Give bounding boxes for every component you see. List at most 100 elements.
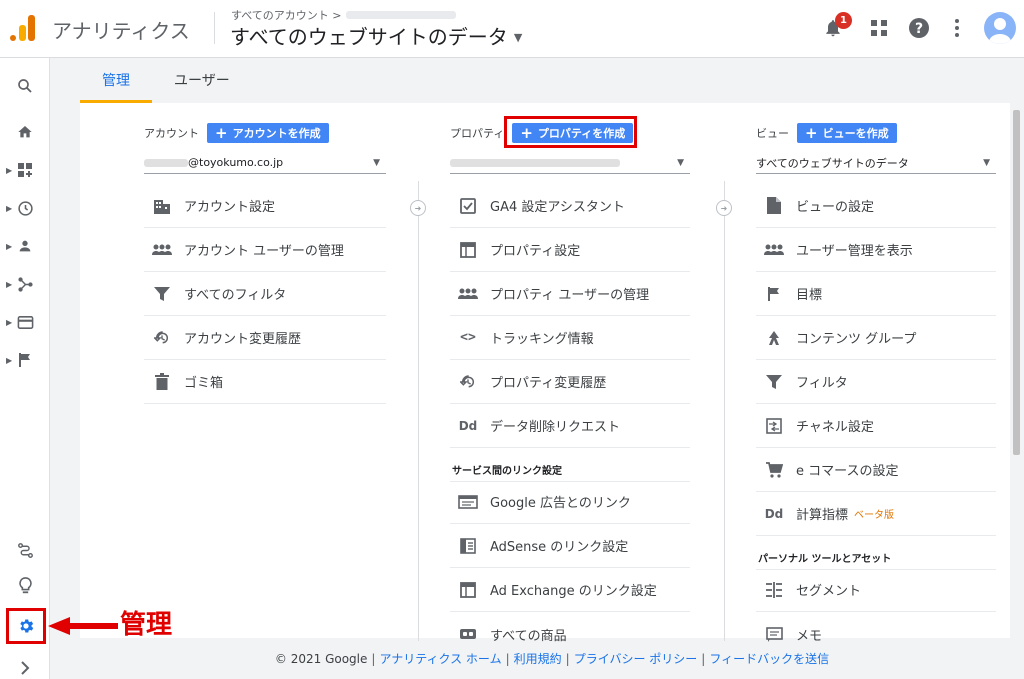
cart-icon — [764, 461, 784, 478]
menu-item-label: アカウント設定 — [184, 200, 276, 215]
conversions-nav[interactable]: ▶ — [0, 344, 50, 376]
account-column: アカウント + アカウントを作成 @toyokumo.co.jp ▼ アカウント… — [144, 103, 386, 638]
account-history-item[interactable]: アカウント変更履歴 — [144, 316, 386, 360]
footer-link-privacy[interactable]: プライバシー ポリシー — [574, 650, 698, 667]
behavior-nav[interactable]: ▶ — [0, 306, 50, 338]
tab-bar: 管理 ユーザー — [80, 58, 1024, 103]
help-icon[interactable]: ? — [906, 15, 932, 41]
home-icon[interactable] — [0, 116, 50, 148]
menu-item-label: フィルタ — [796, 376, 848, 391]
scrollbar-thumb[interactable] — [1013, 110, 1020, 455]
search-icon[interactable] — [0, 70, 50, 102]
menu-item-label: アカウント変更履歴 — [184, 332, 302, 347]
content-groups-item[interactable]: コンテンツ グループ — [756, 316, 996, 360]
audience-nav[interactable]: ▶ — [0, 230, 50, 262]
segments-item[interactable]: セグメント — [756, 568, 996, 612]
view-selector[interactable]: すべてのウェブサイトのデータ ▼ — [230, 21, 522, 50]
view-filters-item[interactable]: フィルタ — [756, 360, 996, 404]
create-view-button[interactable]: + ビューを作成 — [797, 123, 897, 143]
create-property-highlight — [504, 116, 637, 148]
data-deletion-item[interactable]: Dd データ削除リクエスト — [450, 404, 690, 448]
flag-icon — [19, 353, 30, 367]
trash-item[interactable]: ゴミ箱 — [144, 360, 386, 404]
account-selector[interactable]: @toyokumo.co.jp ▼ — [144, 152, 386, 174]
view-users-item[interactable]: ユーザー管理を表示 — [756, 228, 996, 272]
menu-item-label: 計算指標 — [796, 508, 849, 523]
expand-arrow-icon: ▶ — [6, 355, 13, 365]
menu-item-label: トラッキング情報 — [490, 332, 594, 347]
view-header: ビュー + ビューを作成 — [756, 123, 897, 143]
history-icon — [458, 374, 478, 390]
calculated-metrics-item[interactable]: Dd 計算指標 ベータ版 — [756, 492, 996, 536]
goals-item[interactable]: 目標 — [756, 272, 996, 316]
dashboard-icon — [18, 163, 32, 177]
person-icon — [19, 240, 31, 252]
google-ads-link-item[interactable]: Google 広告とのリンク — [450, 480, 690, 524]
tab-user[interactable]: ユーザー — [174, 70, 230, 90]
lightbulb-icon[interactable] — [0, 570, 50, 602]
property-settings-item[interactable]: プロパティ設定 — [450, 228, 690, 272]
footer-copyright: © 2021 Google — [274, 651, 368, 666]
app-title[interactable]: アナリティクス — [52, 15, 190, 44]
account-settings-item[interactable]: アカウント設定 — [144, 184, 386, 228]
view-label: ビュー — [756, 127, 789, 140]
adsense-link-item[interactable]: AdSense のリンク設定 — [450, 524, 690, 568]
menu-item-label: e コマースの設定 — [796, 464, 899, 479]
caret-down-icon: ▼ — [983, 157, 990, 168]
menu-item-label: GA4 設定アシスタント — [490, 200, 625, 215]
create-account-button[interactable]: + アカウントを作成 — [207, 123, 329, 143]
footer-separator: | — [701, 651, 706, 666]
expand-arrow-icon: ▶ — [6, 165, 13, 175]
apps-grid-icon[interactable] — [866, 15, 892, 41]
view-settings-item[interactable]: ビューの設定 — [756, 184, 996, 228]
view-selected: すべてのウェブサイトのデータ — [756, 156, 909, 170]
annotation-label: 管理 — [120, 610, 173, 640]
checkbox-icon — [458, 197, 478, 214]
ga4-setup-item[interactable]: GA4 設定アシスタント — [450, 184, 690, 228]
menu-item-label: セグメント — [796, 584, 862, 599]
analytics-logo-icon[interactable] — [10, 15, 36, 41]
gear-icon — [20, 619, 34, 633]
notification-badge: 1 — [835, 12, 852, 29]
property-selector[interactable]: ▼ — [450, 152, 690, 174]
customization-nav[interactable]: ▶ — [0, 154, 50, 186]
clock-icon — [17, 200, 33, 216]
top-header: アナリティクス すべてのアカウント > すべてのウェブサイトのデータ ▼ 1 ? — [0, 0, 1024, 58]
footer-link-analytics-home[interactable]: アナリティクス ホーム — [379, 650, 501, 667]
property-users-item[interactable]: プロパティ ユーザーの管理 — [450, 272, 690, 316]
footer: © 2021 Google | アナリティクス ホーム | 利用規約 | プライ… — [80, 638, 1024, 679]
account-users-item[interactable]: アカウント ユーザーの管理 — [144, 228, 386, 272]
footer-link-terms[interactable]: 利用規約 — [514, 650, 562, 667]
ecommerce-settings-item[interactable]: e コマースの設定 — [756, 448, 996, 492]
attribution-icon[interactable] — [0, 534, 50, 566]
acquisition-nav[interactable]: ▶ — [0, 268, 50, 300]
avatar[interactable] — [984, 12, 1016, 44]
tracking-info-item[interactable]: <> トラッキング情報 — [450, 316, 690, 360]
view-title: すべてのウェブサイトのデータ — [230, 25, 508, 49]
more-vert-icon[interactable] — [944, 15, 970, 41]
footer-link-feedback[interactable]: フィードバックを送信 — [709, 650, 829, 667]
ad-exchange-link-item[interactable]: Ad Exchange のリンク設定 — [450, 568, 690, 612]
realtime-nav[interactable]: ▶ — [0, 192, 50, 224]
tab-admin[interactable]: 管理 — [102, 70, 130, 90]
behavior-icon — [17, 315, 33, 329]
admin-panel: アカウント + アカウントを作成 @toyokumo.co.jp ▼ アカウント… — [80, 103, 1010, 644]
content-group-icon — [764, 330, 784, 346]
chevron-right-icon[interactable] — [0, 652, 50, 679]
menu-item-label: プロパティ設定 — [490, 244, 581, 259]
menu-item-label: ゴミ箱 — [184, 376, 224, 391]
property-history-item[interactable]: プロパティ変更履歴 — [450, 360, 690, 404]
redacted-text — [144, 158, 188, 167]
expand-arrow-icon: ▶ — [6, 241, 13, 251]
expand-arrow-icon: ▶ — [6, 317, 13, 327]
menu-item-label: ビューの設定 — [796, 200, 875, 215]
view-dropdown[interactable]: すべてのウェブサイトのデータ ▼ — [756, 152, 996, 174]
building-icon — [152, 198, 172, 214]
channel-settings-item[interactable]: チャネル設定 — [756, 404, 996, 448]
admin-settings-button[interactable] — [6, 608, 46, 644]
people-icon — [458, 288, 478, 300]
arrow-right-icon: ➜ — [716, 200, 732, 216]
beta-badge: ベータ版 — [854, 510, 895, 521]
plus-icon: + — [805, 123, 818, 142]
all-filters-item[interactable]: すべてのフィルタ — [144, 272, 386, 316]
